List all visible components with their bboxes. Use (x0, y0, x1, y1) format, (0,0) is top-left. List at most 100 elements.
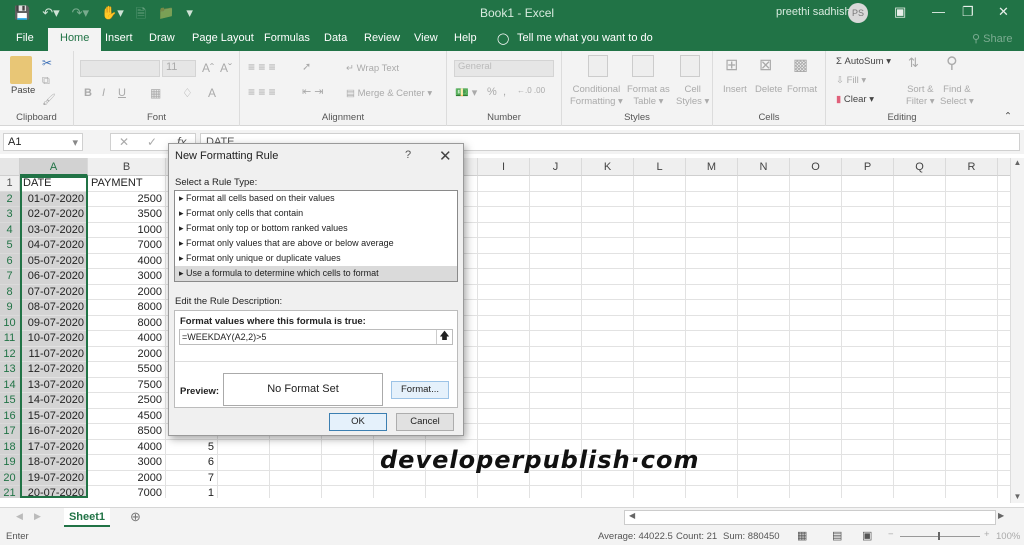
cell-K13[interactable] (582, 362, 634, 378)
orientation-icon[interactable]: ➚ (302, 60, 311, 73)
cell-A19[interactable]: 18-07-2020 (20, 455, 88, 471)
currency-icon[interactable]: 💵 ▾ (455, 86, 477, 99)
cell-I16[interactable] (478, 408, 530, 424)
rule-type-item[interactable]: ▸ Format only unique or duplicate values (175, 251, 457, 266)
formula-field[interactable]: =WEEKDAY(A2,2)>5 🡅 (179, 329, 453, 345)
cell-D18[interactable] (218, 439, 270, 455)
cell-E21[interactable] (270, 486, 322, 498)
row-header[interactable]: 21 (0, 486, 20, 498)
row-header[interactable]: 10 (0, 315, 20, 331)
cell-O3[interactable] (790, 207, 842, 223)
cell-B13[interactable]: 5500 (88, 362, 166, 378)
cell-D20[interactable] (218, 470, 270, 486)
column-header[interactable]: J (530, 158, 582, 176)
paste-button[interactable]: Paste (11, 85, 35, 96)
clear-button[interactable]: ▮ Clear ▾ (836, 94, 874, 105)
cell-D19[interactable] (218, 455, 270, 471)
cell-O10[interactable] (790, 315, 842, 331)
cell-O19[interactable] (790, 455, 842, 471)
cell-J7[interactable] (530, 269, 582, 285)
minimize-icon[interactable]: — (932, 4, 945, 19)
cell-P13[interactable] (842, 362, 894, 378)
rule-type-item[interactable]: ▸ Format only cells that contain (175, 206, 457, 221)
cell-B5[interactable]: 7000 (88, 238, 166, 254)
tab-page-layout[interactable]: Page Layout (192, 32, 254, 44)
rule-type-item[interactable]: ▸ Format only values that are above or b… (175, 236, 457, 251)
cell-A10[interactable]: 09-07-2020 (20, 315, 88, 331)
cell-O18[interactable] (790, 439, 842, 455)
cut-icon[interactable]: ✂ (42, 56, 52, 70)
cell-P15[interactable] (842, 393, 894, 409)
row-header[interactable]: 19 (0, 455, 20, 471)
column-header[interactable]: O (790, 158, 842, 176)
cell-S15[interactable] (998, 393, 1010, 409)
cell-N11[interactable] (738, 331, 790, 347)
share-button[interactable]: ⚲ Share (972, 32, 1012, 45)
cell-M15[interactable] (686, 393, 738, 409)
collapse-dialog-icon[interactable]: 🡅 (436, 330, 452, 344)
zoom-slider[interactable] (900, 536, 980, 537)
prev-sheet-icon[interactable]: ◀ (16, 511, 23, 522)
save-icon[interactable]: 💾 (14, 5, 30, 27)
cell-P12[interactable] (842, 346, 894, 362)
delete-cells-button[interactable]: Delete (755, 84, 782, 95)
cell-L10[interactable] (634, 315, 686, 331)
scroll-left-icon[interactable]: ◀ (629, 511, 635, 520)
column-header[interactable]: P (842, 158, 894, 176)
cell-Q9[interactable] (894, 300, 946, 316)
column-header[interactable]: A (20, 158, 88, 176)
cell-S14[interactable] (998, 378, 1010, 393)
cell-M21[interactable] (686, 486, 738, 498)
cell-M10[interactable] (686, 315, 738, 331)
cell-Q18[interactable] (894, 439, 946, 455)
cell-F19[interactable] (322, 455, 374, 471)
zoom-slider-thumb[interactable] (938, 532, 940, 540)
cell-B3[interactable]: 3500 (88, 207, 166, 223)
cell-F18[interactable] (322, 439, 374, 455)
rule-type-item[interactable]: ▸ Format all cells based on their values (175, 191, 457, 206)
cell-S18[interactable] (998, 440, 1010, 455)
cell-R19[interactable] (946, 455, 998, 471)
cell-N3[interactable] (738, 207, 790, 223)
cell-K16[interactable] (582, 408, 634, 424)
cell-B10[interactable]: 8000 (88, 315, 166, 331)
cell-O21[interactable] (790, 486, 842, 498)
cell-S16[interactable] (998, 409, 1010, 424)
cell-R16[interactable] (946, 408, 998, 424)
cell-J2[interactable] (530, 191, 582, 207)
horizontal-scrollbar[interactable]: ◀ (624, 510, 996, 525)
cell-K14[interactable] (582, 377, 634, 393)
sheet-tab[interactable]: Sheet1 (64, 508, 110, 527)
cell-P5[interactable] (842, 238, 894, 254)
cell-L12[interactable] (634, 346, 686, 362)
open-icon[interactable]: 📁 (158, 5, 174, 27)
cell-B12[interactable]: 2000 (88, 346, 166, 362)
format-button[interactable]: Format... (391, 381, 449, 399)
cell-A18[interactable]: 17-07-2020 (20, 439, 88, 455)
tab-formulas[interactable]: Formulas (264, 32, 310, 44)
cell-Q17[interactable] (894, 424, 946, 440)
row-header[interactable]: 3 (0, 207, 20, 223)
redo-icon[interactable]: ↷▾ (72, 5, 89, 27)
cell-I17[interactable] (478, 424, 530, 440)
ribbon-display-icon[interactable]: ▣ (894, 4, 906, 20)
scroll-up-icon[interactable]: ▲ (1011, 158, 1024, 167)
cell-Q1[interactable] (894, 176, 946, 192)
row-header[interactable]: 15 (0, 393, 20, 409)
row-header[interactable]: 20 (0, 470, 20, 486)
italic-button[interactable]: I (102, 87, 105, 99)
cell-B8[interactable]: 2000 (88, 284, 166, 300)
normal-view-icon[interactable]: ▦ (797, 529, 807, 542)
cell-R3[interactable] (946, 207, 998, 223)
cell-G21[interactable] (374, 486, 426, 498)
cell-P18[interactable] (842, 439, 894, 455)
cell-H21[interactable] (426, 486, 478, 498)
cell-Q6[interactable] (894, 253, 946, 269)
cell-O16[interactable] (790, 408, 842, 424)
cell-R10[interactable] (946, 315, 998, 331)
cell-J10[interactable] (530, 315, 582, 331)
cell-J14[interactable] (530, 377, 582, 393)
cell-S21[interactable] (998, 486, 1010, 498)
cell-L2[interactable] (634, 191, 686, 207)
cell-A20[interactable]: 19-07-2020 (20, 470, 88, 486)
